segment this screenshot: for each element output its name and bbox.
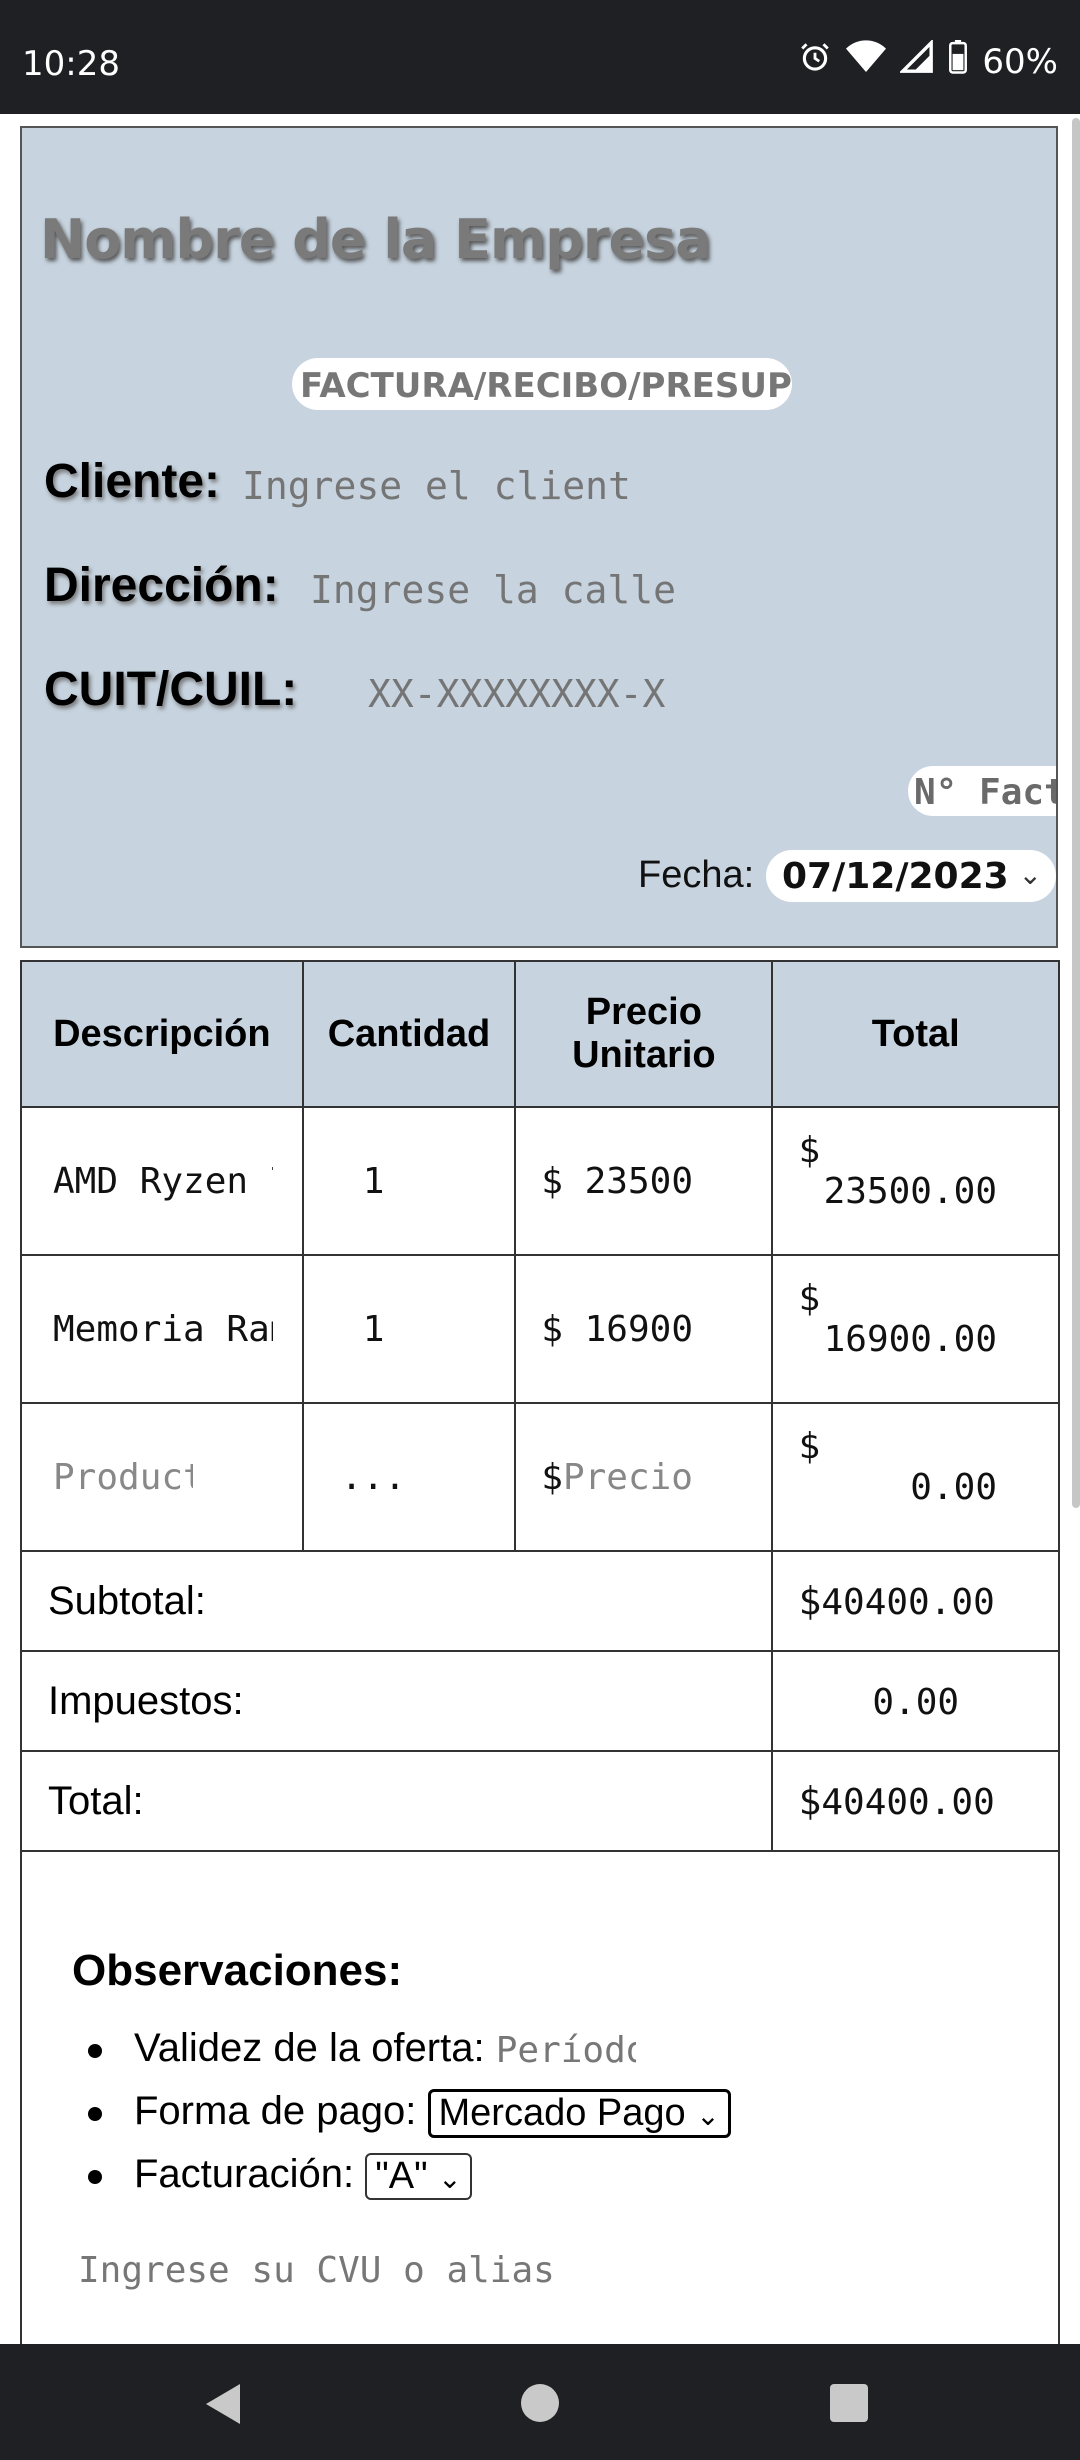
new-quantity-input[interactable]: ... (301, 1402, 517, 1552)
payment-select[interactable]: Mercado Pago ⌄ (427, 2089, 731, 2138)
col-quantity-header: Cantidad (301, 960, 517, 1108)
total-value: $40400.00 (771, 1750, 1060, 1852)
home-icon[interactable] (521, 2384, 559, 2422)
billing-label: Facturación: (134, 2152, 355, 2196)
cuit-input[interactable]: XX-XXXXXXXX-X (368, 672, 665, 716)
list-item: Forma de pago: Mercado Pago ⌄ (72, 2089, 731, 2152)
date-value: 07/12/2023 (782, 856, 1009, 897)
invoice-page: Nombre de la Empresa FACTURA/RECIBO/PRES… (0, 114, 1080, 2344)
row-total: $23500.00 (771, 1106, 1060, 1256)
status-bar: 10:28 60% (0, 0, 1080, 114)
date-label: Fecha: (638, 854, 755, 896)
cuit-label: CUIT/CUIL: (44, 663, 298, 716)
table-row-new: Producto ... $Precio $0.00 (20, 1402, 1060, 1552)
subtotal-row: Subtotal: $40400.00 (19, 1550, 1060, 1652)
navigation-bar (0, 2344, 1080, 2460)
list-item: Facturación: "A" ⌄ (72, 2152, 731, 2215)
col-unit-price-header: Precio Unitario (514, 960, 774, 1108)
battery-percent: 60% (982, 41, 1058, 82)
total-row: Total: $40400.00 (19, 1750, 1060, 1852)
company-name: Nombre de la Empresa (40, 208, 712, 271)
col-total-header: Total (771, 960, 1060, 1108)
row-total: $16900.00 (771, 1254, 1060, 1404)
chevron-down-icon: ⌄ (1018, 859, 1042, 890)
list-item: Validez de la oferta: Período (72, 2026, 731, 2089)
observations-title: Observaciones: (72, 1946, 403, 1995)
signal-icon (899, 38, 934, 83)
validity-label: Validez de la oferta: (134, 2026, 485, 2070)
bullet-icon (88, 2170, 102, 2184)
table-row: AMD Ryzen 7 1 $ 23500 $23500.00 (20, 1106, 1060, 1256)
new-price-input[interactable]: $Precio (514, 1402, 774, 1552)
invoice-number-input[interactable]: N° Fact (908, 766, 1056, 816)
scrollbar[interactable] (1072, 118, 1080, 1508)
invoice-number-placeholder: N° Fact (914, 772, 1056, 813)
table-header-row: Descripción Cantidad Precio Unitario Tota… (20, 960, 1060, 1108)
items-table: Descripción Cantidad Precio Unitario Tota… (19, 960, 1060, 1852)
alarm-icon (798, 40, 832, 83)
bullet-icon (88, 2107, 102, 2121)
battery-icon (948, 40, 968, 83)
observations-section: Observaciones: Validez de la oferta: Per… (20, 1852, 1060, 2344)
chevron-down-icon: ⌄ (438, 2162, 462, 2194)
description-input[interactable]: Memoria Ram (20, 1254, 304, 1404)
bullet-icon (88, 2044, 102, 2058)
description-input[interactable]: AMD Ryzen 7 (20, 1106, 304, 1256)
back-icon[interactable] (206, 2384, 240, 2424)
doc-type-value: FACTURA/RECIBO/PRESUPUESTO (300, 366, 792, 406)
unit-price-input[interactable]: $ 16900 (514, 1254, 774, 1404)
status-icons: 60% (798, 38, 1058, 83)
address-label: Dirección: (44, 559, 279, 612)
client-label: Cliente: (44, 455, 221, 508)
tax-row: Impuestos: 0.00 (19, 1650, 1060, 1752)
recents-icon[interactable] (830, 2384, 868, 2422)
date-input[interactable]: 07/12/2023 ⌄ (766, 850, 1056, 902)
unit-price-input[interactable]: $ 23500 (514, 1106, 774, 1256)
validity-input[interactable]: Período (496, 2030, 636, 2071)
subtotal-value: $40400.00 (771, 1550, 1060, 1652)
new-row-total: $0.00 (771, 1402, 1060, 1552)
address-input[interactable]: Ingrese la calle (310, 568, 676, 612)
invoice-header: Nombre de la Empresa FACTURA/RECIBO/PRES… (20, 126, 1058, 948)
tax-value: 0.00 (771, 1650, 1060, 1752)
client-input[interactable]: Ingrese el client (242, 464, 631, 508)
col-description-header: Descripción (20, 960, 304, 1108)
observations-list: Validez de la oferta: Período Forma de p… (72, 2026, 731, 2215)
status-time: 10:28 (22, 44, 120, 84)
new-description-input[interactable]: Producto (20, 1402, 304, 1552)
doc-type-input[interactable]: FACTURA/RECIBO/PRESUPUESTO (292, 358, 792, 410)
chevron-down-icon: ⌄ (696, 2100, 720, 2131)
tax-label: Impuestos: (19, 1650, 774, 1752)
subtotal-label: Subtotal: (19, 1550, 774, 1652)
quantity-input[interactable]: 1 (301, 1254, 517, 1404)
payment-label: Forma de pago: (134, 2089, 417, 2134)
total-label: Total: (19, 1750, 774, 1852)
wifi-icon (846, 40, 887, 83)
table-row: Memoria Ram 1 $ 16900 $16900.00 (20, 1254, 1060, 1404)
billing-select[interactable]: "A" ⌄ (365, 2152, 472, 2200)
quantity-input[interactable]: 1 (301, 1106, 517, 1256)
cvu-input[interactable]: Ingrese su CVU o alias (78, 2250, 555, 2291)
